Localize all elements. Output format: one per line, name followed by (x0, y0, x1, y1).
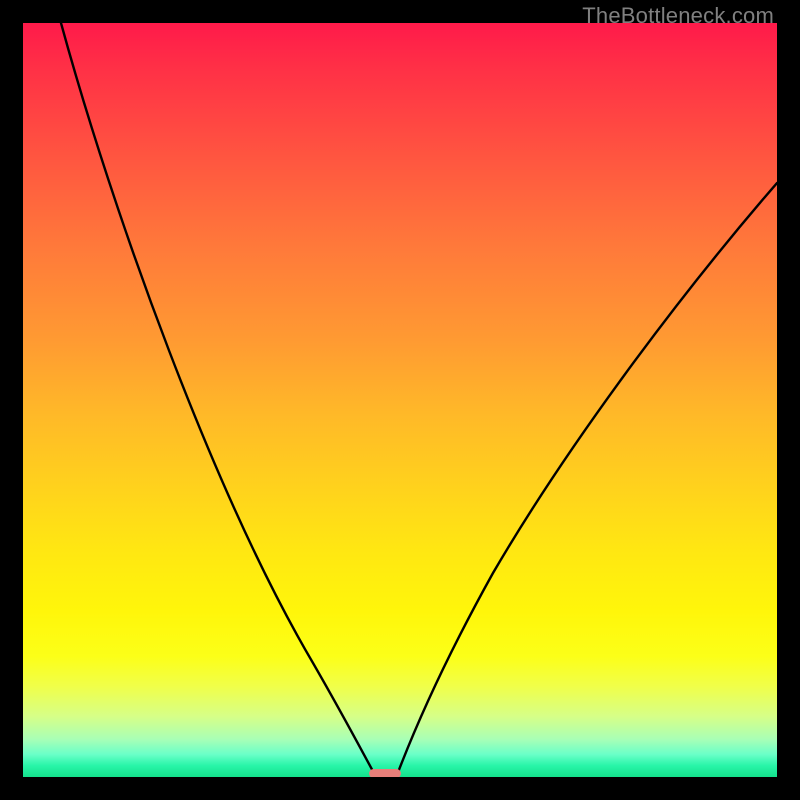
optimum-marker (369, 769, 401, 777)
curve-right-branch (397, 183, 777, 775)
bottleneck-curve (23, 23, 777, 777)
watermark-text: TheBottleneck.com (582, 3, 774, 29)
chart-frame: TheBottleneck.com (0, 0, 800, 800)
plot-area (23, 23, 777, 777)
curve-left-branch (61, 23, 375, 775)
